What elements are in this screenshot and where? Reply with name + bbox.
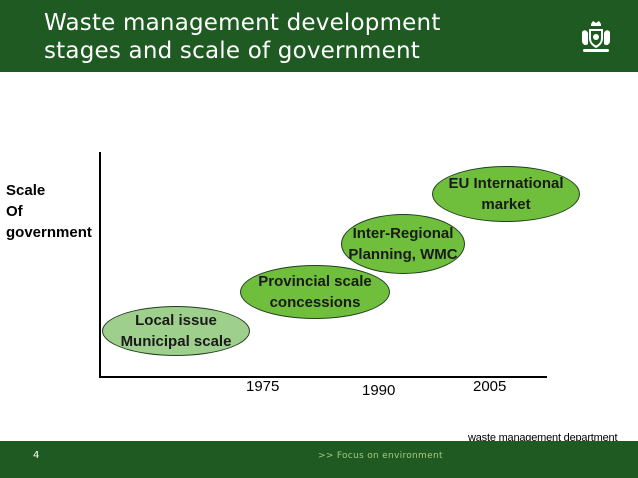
- x-tick-1990: 1990: [362, 382, 396, 399]
- stage-inter-regional: Inter-Regional Planning, WMC: [341, 214, 465, 274]
- stage-provincial: Provincial scale concessions: [240, 265, 390, 319]
- footer-bar: 4 >> Focus on environment: [0, 441, 638, 478]
- page-number: 4: [33, 450, 40, 461]
- footer-tagline: >> Focus on environment: [318, 451, 443, 461]
- royal-crest-icon: [582, 21, 610, 52]
- stage-local-municipal: Local issue Municipal scale: [102, 306, 250, 356]
- x-tick-2005: 2005: [473, 378, 507, 395]
- header-bar: Waste management development stages and …: [0, 0, 638, 72]
- slide-title: Waste management development stages and …: [44, 10, 441, 64]
- x-tick-1975: 1975: [246, 378, 280, 395]
- stage-eu-international: EU International market: [432, 166, 580, 222]
- y-axis-label: Scale Of government: [6, 182, 92, 241]
- y-axis-line: [99, 152, 101, 377]
